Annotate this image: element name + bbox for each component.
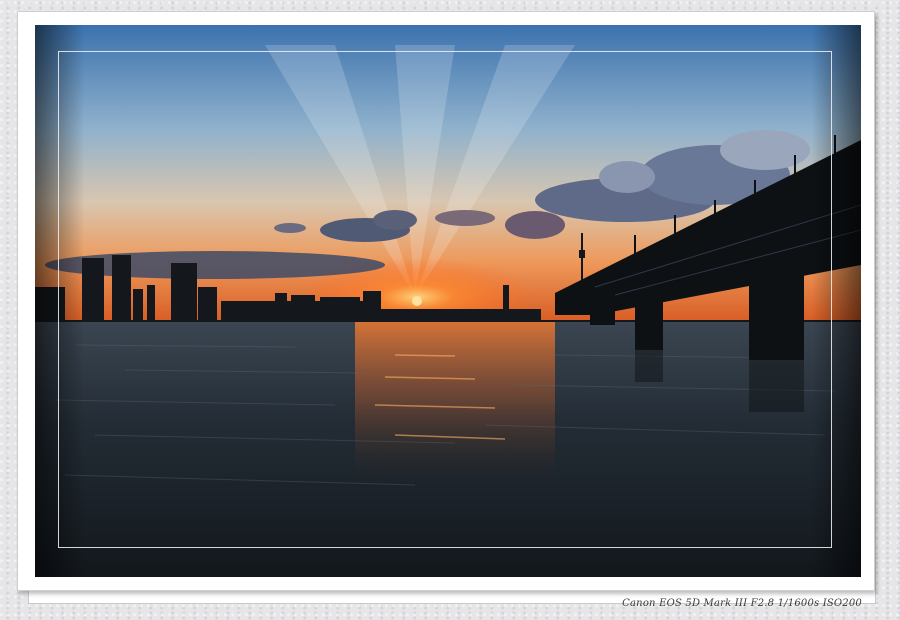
photo-caption: Canon EOS 5D Mark III F2.8 1/1600s ISO20…: [622, 598, 862, 609]
sunset-photo: [35, 25, 861, 577]
vignette: [35, 25, 861, 577]
photo-frame: [35, 25, 861, 577]
